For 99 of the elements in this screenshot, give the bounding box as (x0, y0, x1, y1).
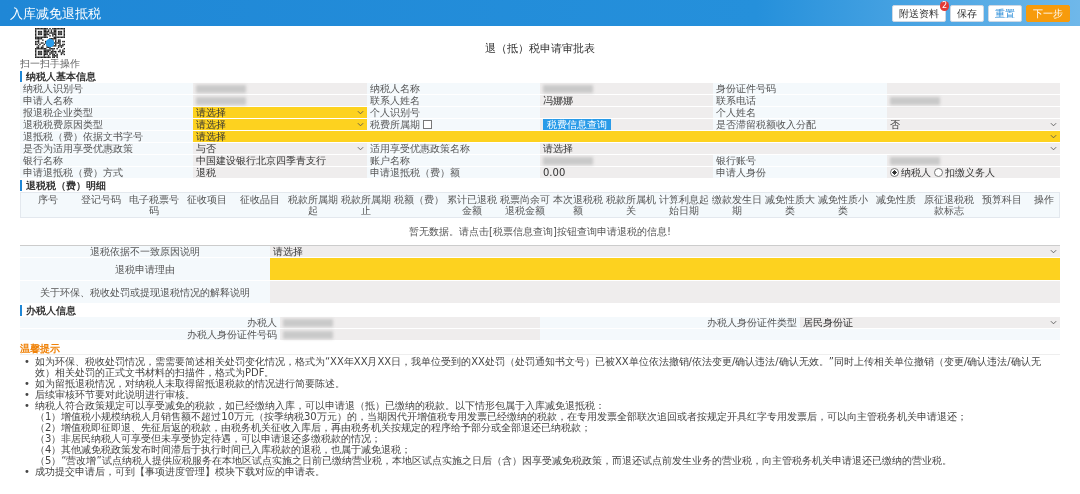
radio-button[interactable] (889, 168, 899, 177)
bullet-mark: • (24, 389, 30, 400)
select-field[interactable]: 请选择 (270, 246, 1060, 257)
column-header: 缴款发生日期 (711, 193, 764, 217)
redacted-value (196, 84, 247, 93)
column-header: 预算科目 (981, 193, 1024, 207)
column-header: 原征退税税款标志 (923, 193, 976, 217)
chevron-down-icon (1050, 320, 1057, 325)
field-value: 0.00 (540, 167, 714, 178)
radio-label: 纳税人 (900, 167, 931, 178)
select-field[interactable]: 请选择 (540, 143, 1060, 154)
field-label: 银行账号 (713, 155, 887, 166)
field-label: 个人姓名 (713, 107, 887, 118)
redacted-value (543, 84, 593, 93)
field-label: 申请人名称 (20, 95, 194, 106)
field-label: 退税申请理由 (20, 258, 270, 280)
field-label: 联系人姓名 (366, 95, 540, 106)
select-field[interactable]: 否 (886, 119, 1060, 130)
field-label: 申请人身份 (713, 167, 887, 178)
note-text: 纳税人符合政策规定可以享受减免的税款，如已经缴纳入库，可以申请退（抵）已缴纳的税款。以下情形包属于入库减免退抵税： (34, 400, 605, 411)
note-text: （5）“营改增”试点纳税人提供应税服务在本地区试点实施之日前已缴纳营业税，本地区试点实施之日后（含）因享受减免税政策，而退还试点前发生业务的营业税，向主管税务机关申请退还已缴纳的营业税。 (34, 455, 953, 466)
note-text: 如为留抵退税情况，对纳税人未取得留抵退税款的情况进行简要陈述。 (34, 378, 345, 389)
select-field[interactable]: 与否 (193, 143, 367, 154)
column-header: 减免性质大类 (764, 193, 817, 217)
chevron-down-icon (1050, 249, 1057, 254)
column-header: 税款所属期起 (286, 193, 339, 217)
field-label: 退税依据不一致原因说明 (20, 246, 270, 257)
field-label: 退抵税（费）依据文书字号 (20, 131, 194, 142)
note-text: （3）非居民纳税人可享受但未享受协定待遇，可以申请退还多缴税款的情况； (34, 433, 383, 444)
column-header: 税款所属期止 (339, 193, 392, 217)
field-label: 办税人身份证件号码 (20, 329, 280, 340)
note-text: 成功提交申请后，可到【事项进度管理】模块下载对应的申请表。 (34, 466, 325, 477)
column-header: 序号 (36, 193, 59, 207)
column-header: 税款所属机关 (605, 193, 658, 217)
column-header: 征收项目 (185, 193, 228, 207)
select-field[interactable]: 请选择 (193, 131, 1060, 142)
radio-button[interactable] (933, 168, 943, 177)
column-header: 减免性质 (875, 193, 918, 207)
field-label: 身份证件号码 (713, 83, 887, 94)
redacted-value (283, 318, 333, 327)
column-header: 征收品目 (238, 193, 281, 207)
field-label: 报退税企业类型 (20, 107, 194, 118)
note-text: （4）其他减免税政策发布时间滞后于执行时间已入库税款的退税，也属于减免退税； (34, 444, 412, 455)
field-label: 账户名称 (366, 155, 540, 166)
select-field[interactable]: 居民身份证 (800, 317, 1060, 328)
page-title: 入库减免退抵税 (10, 7, 101, 19)
field-label: 关于环保、税收处罚或提现退税情况的解释说明 (20, 281, 270, 303)
redacted-value (889, 156, 940, 165)
column-header: 计算利息起始日期 (658, 193, 711, 217)
note-text: 如为环保、税收处罚情况，需需要简述相关处罚变化情况，格式为“XX年XX月XX日，我单位受到的XX处罚（处罚通知书文号）已被XX单位依法撤销/依法变更/确认违法/确认无效。”同时上传相关单位撤销（变更/确认违法/确认无效）相关处罚的正式文书材料的扫描件，格式为PDF。 (34, 356, 1041, 378)
field-label: 个人识别号 (366, 107, 540, 118)
redacted-value (283, 330, 333, 339)
radio-label: 扣缴义务人 (944, 167, 995, 178)
note-text: 后续审核环节要对此说明进行审核。 (34, 389, 195, 400)
column-header: 操作 (1033, 193, 1055, 207)
form-title: 退（抵）税申请审批表 (484, 43, 596, 54)
field-label: 申请退抵税（费）方式 (20, 167, 194, 178)
chevron-down-icon (356, 146, 364, 151)
bullet-mark: • (24, 400, 30, 413)
field-label: 申请退抵税（费）额 (366, 167, 540, 178)
column-header: 登记号码 (79, 193, 122, 207)
field-label: 联系电话 (713, 95, 887, 106)
field-label: 银行名称 (20, 155, 194, 166)
column-header: 税额（费） (392, 193, 445, 207)
column-header: 本次退税税额 (552, 193, 605, 217)
column-header: 税票尚余可退税金额 (499, 193, 551, 217)
field-label: 税费所属期 (369, 119, 420, 130)
column-header: 累计已退税金额 (445, 193, 498, 217)
field-label: 办税人 (20, 317, 280, 328)
bullet-mark: • (24, 466, 30, 477)
field-label: 办税人身份证件类型 (540, 317, 800, 328)
notes-title: 温馨提示 (20, 343, 60, 354)
bullet-mark: • (24, 378, 30, 389)
redacted-value (543, 156, 593, 165)
field-label: 退税税费原因类型 (20, 119, 194, 130)
column-header: 减免性质小类 (817, 193, 870, 217)
note-text: （1）增值税小规模纳税人月销售额不超过10万元（按季纳税30万元）的，当期因代开增值税专用发票已经缴纳的税款，在专用发票全部联次追回或者按规定开具红字专用发票后，可以向主管税务机关申请退还； (34, 411, 968, 422)
field-label: 是否为适用享受优惠政策 (20, 143, 194, 154)
redacted-value (889, 96, 940, 105)
qr-caption: 扫一扫手操作 (20, 58, 80, 69)
toolbar-button[interactable]: 保存 (950, 4, 984, 22)
select-field[interactable]: 请选择 (193, 119, 367, 130)
note-text: （2）增值税即征即退、先征后返的税款，由税务机关征收入库后，再由税务机关按规定的程序给予部分或全部退还已纳税款； (34, 422, 593, 433)
redacted-value (196, 96, 247, 105)
column-header: 电子税票号码 (127, 193, 180, 217)
toolbar-button[interactable]: 重置 (988, 4, 1022, 22)
qr-code-icon (35, 28, 65, 58)
count-badge: 2 (939, 0, 949, 11)
checkbox[interactable] (422, 120, 432, 129)
select-field[interactable]: 请选择 (193, 107, 367, 118)
field-value: 退税 (193, 167, 367, 178)
field-value: 中国建设银行北京四季青支行 (193, 155, 367, 166)
field-label: 纳税人名称 (366, 83, 540, 94)
bullet-mark: • (24, 356, 30, 369)
field-label: 适用享受优惠政策名称 (366, 143, 540, 154)
field-value: 冯娜娜 (540, 95, 714, 106)
field-label: 纳税人识别号 (20, 83, 194, 94)
empty-message: 暂无数据。请点击[税票信息查询]按钮查询申请退税的信息! (409, 226, 671, 237)
field-label: 是否滞留税额收入分配 (713, 119, 887, 130)
